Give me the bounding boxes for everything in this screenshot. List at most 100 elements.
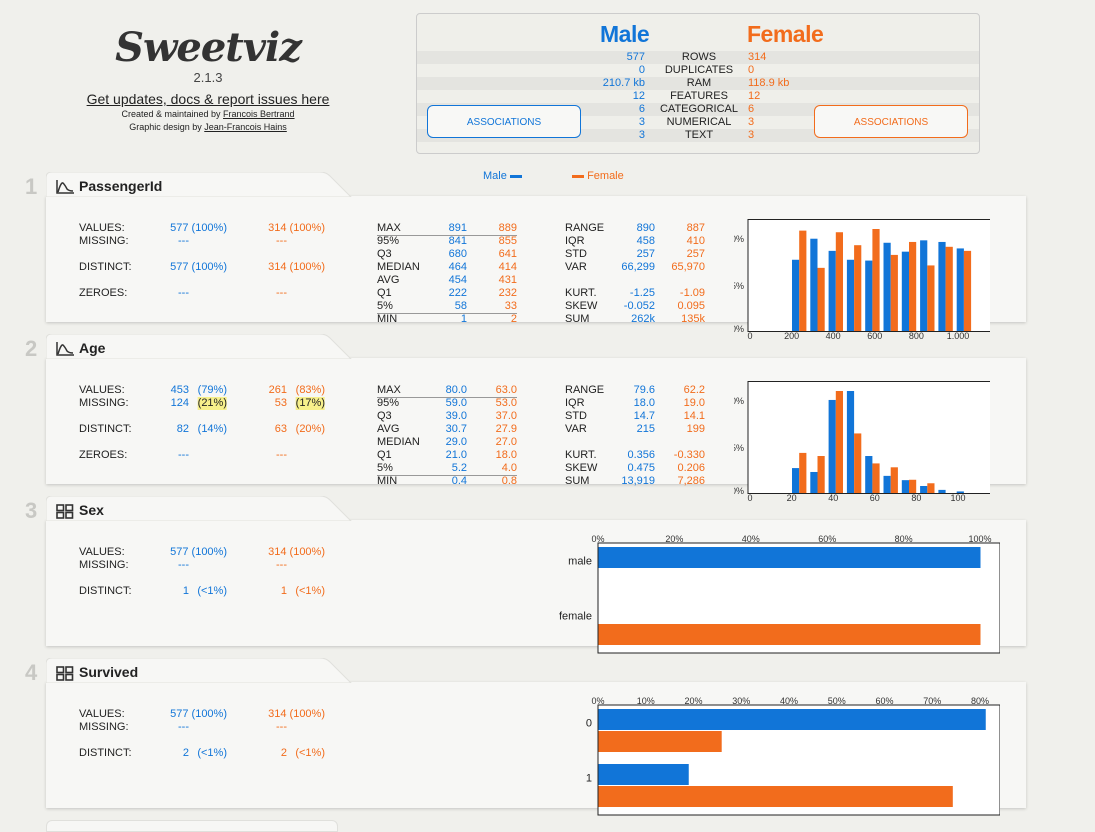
stat-label: VAR (565, 261, 587, 273)
right-dataset-title: Female (747, 21, 824, 47)
stat-left: 680 (448, 248, 467, 260)
feature-tab[interactable]: PassengerId (46, 172, 376, 197)
stat-label: 5% (377, 462, 393, 474)
summary-row: 210.7 kb RAM 118.9 kb (417, 77, 979, 90)
bar-female (817, 267, 825, 331)
category-label: 1 (586, 773, 592, 785)
associations-left-button[interactable]: ASSOCIATIONS (427, 105, 581, 138)
stat-left: 0.4 (451, 475, 467, 487)
bar-male (828, 250, 836, 331)
feature-tab[interactable]: Sex (46, 496, 376, 521)
stat-left: 18.0 (633, 397, 655, 409)
x-tick-label: 0% (591, 534, 604, 544)
missing-left: 124 (170, 397, 189, 409)
stat-divider (377, 475, 517, 476)
values-left-pct: (79%) (197, 384, 227, 396)
stat-left: 458 (636, 235, 655, 247)
stat-right: 19.0 (683, 397, 705, 409)
zeroes-label: ZEROES: (79, 287, 128, 299)
bar-female (945, 246, 953, 331)
summary-row-label: FEATURES (670, 90, 728, 102)
bar-female (963, 250, 972, 331)
bar-male (792, 468, 800, 493)
zeroes-left: --- (178, 449, 189, 461)
summary-row-label: CATEGORICAL (659, 103, 739, 115)
bar-female (927, 265, 935, 331)
design-prefix: Graphic design by (129, 122, 205, 132)
bar-male (792, 259, 800, 331)
y-tick-label: 5% (734, 281, 744, 291)
distinct-right-pct: (<1%) (295, 585, 325, 597)
associations-right-button[interactable]: ASSOCIATIONS (814, 105, 968, 138)
stat-label: SUM (565, 475, 590, 487)
sweetviz-logo: Sweetviz (115, 24, 302, 71)
stat-divider (377, 313, 517, 314)
values-right: 261 (268, 384, 287, 396)
credit-line: Created & maintained by Francois Bertran… (78, 108, 338, 121)
x-tick-label: 70% (923, 696, 941, 706)
left-dataset-title: Male (600, 21, 650, 47)
stat-right: 887 (686, 222, 705, 234)
bar-male (865, 260, 873, 331)
bar-chart: 0% 20% 40% 60% 80% 100% male female (559, 534, 1000, 654)
stat-right: -1.09 (679, 287, 705, 299)
stat-right: 257 (686, 248, 705, 260)
stat-left: 80.0 (445, 384, 467, 396)
distinct-right: 2 (280, 747, 287, 759)
summary-row-label: ROWS (681, 51, 717, 63)
distinct-label: DISTINCT: (79, 747, 132, 759)
feature-index: 1 (25, 174, 38, 199)
bar-male (846, 259, 855, 331)
values-left: 577 (100%) (170, 708, 227, 720)
values-label: VALUES: (79, 222, 125, 234)
stat-label: MEDIAN (377, 261, 420, 273)
values-left: 577 (100%) (170, 546, 227, 558)
values-label: VALUES: (79, 708, 125, 720)
bar-female (854, 433, 862, 493)
summary-right-value: 118.9 kb (748, 77, 790, 89)
bar-male (938, 241, 946, 331)
stat-label: Q3 (377, 248, 392, 260)
feature-tab-next[interactable] (46, 820, 338, 832)
bar-female (872, 229, 880, 331)
bar-female (909, 241, 917, 331)
bar-male (828, 399, 836, 493)
x-tick-label: 50% (828, 696, 846, 706)
stat-label: 95% (377, 397, 400, 409)
category-label: male (568, 556, 592, 568)
y-tick-label: 0% (734, 234, 744, 244)
stat-right: 135k (681, 313, 705, 325)
stat-label: Q1 (377, 287, 392, 299)
stat-label: SKEW (565, 300, 598, 312)
feature-tab[interactable]: Age (46, 334, 376, 359)
feature-tab[interactable]: Survived (46, 658, 376, 683)
x-tick-label: 100% (968, 534, 991, 544)
y-tick-label: 5% (734, 443, 744, 453)
design-author-link[interactable]: Jean-Francois Hains (204, 122, 287, 132)
stat-left: 39.0 (445, 410, 467, 422)
summary-row-label: DUPLICATES (664, 64, 734, 76)
stat-left: 215 (636, 423, 655, 435)
x-tick-label: 60% (818, 534, 836, 544)
values-left: 577 (100%) (170, 222, 227, 234)
distinct-right-pct: (20%) (295, 423, 325, 435)
stat-right: 62.2 (683, 384, 705, 396)
x-tick-label: 80% (895, 534, 913, 544)
summary-row-label: TEXT (684, 129, 714, 141)
missing-right: 53 (274, 397, 287, 409)
distinct-left: 82 (176, 423, 189, 435)
updates-link[interactable]: Get updates, docs & report issues here (78, 90, 338, 108)
stat-right: 53.0 (495, 397, 517, 409)
credit-author-link[interactable]: Francois Bertrand (223, 109, 295, 119)
missing-label: MISSING: (79, 397, 129, 409)
summary-row-label: NUMERICAL (666, 116, 732, 128)
x-tick-label: 40% (742, 534, 760, 544)
stat-right: 7,286 (677, 475, 705, 487)
stat-label: MAX (377, 222, 401, 234)
stat-right: 2 (510, 313, 517, 325)
missing-left-pct: (21%) (197, 397, 227, 410)
bar-female (872, 463, 880, 493)
bar-male (810, 471, 818, 493)
stat-label: RANGE (565, 222, 605, 234)
distinct-left-pct: (14%) (197, 423, 227, 435)
